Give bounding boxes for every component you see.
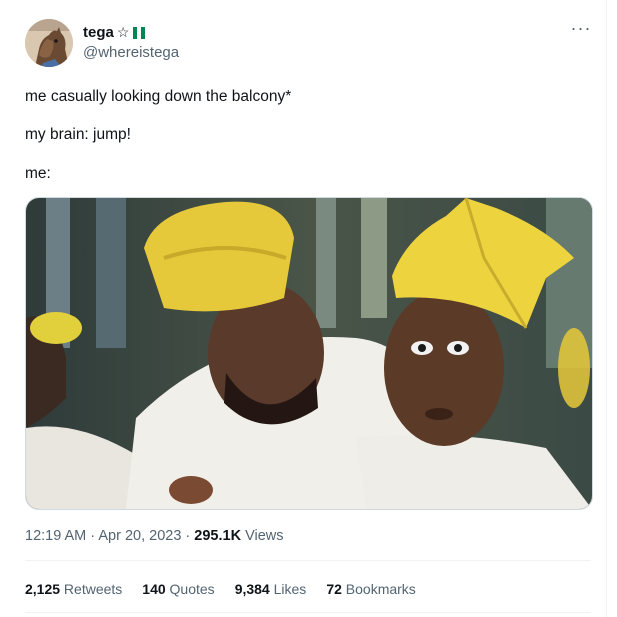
tweet-text-line-3: me: (25, 165, 51, 182)
retweets-stat[interactable]: 2,125 Retweets (25, 580, 122, 598)
views-label: Views (241, 528, 284, 544)
meme-photo (26, 198, 592, 509)
retweets-label: Retweets (60, 581, 123, 597)
more-dots-icon[interactable]: ··· (569, 19, 593, 41)
tweet-media-image[interactable] (25, 197, 593, 510)
divider (25, 560, 591, 561)
tweet-date[interactable]: Apr 20, 2023 (98, 528, 181, 544)
tweet-header: tega ☆ @whereistega ··· (25, 19, 595, 69)
tweet-time[interactable]: 12:19 AM (25, 528, 86, 544)
retweets-count: 2,125 (25, 581, 61, 597)
meta-separator: · (181, 528, 195, 544)
author-handle[interactable]: @whereistega (83, 43, 179, 63)
views-count: 295.1K (194, 528, 242, 544)
bookmarks-count: 72 (326, 581, 342, 597)
likes-count: 9,384 (234, 581, 270, 597)
meta-separator: · (86, 528, 99, 544)
avatar-horse-icon (25, 19, 73, 67)
quotes-stat[interactable]: 140 Quotes (142, 580, 214, 598)
display-name-row[interactable]: tega ☆ (83, 23, 179, 42)
star-icon: ☆ (116, 24, 130, 40)
bookmarks-label: Bookmarks (341, 581, 416, 597)
avatar[interactable] (25, 19, 73, 67)
tweet-stats: 2,125 Retweets 140 Quotes 9,384 Likes 72… (25, 580, 436, 598)
quotes-label: Quotes (165, 581, 215, 597)
display-name[interactable]: tega (83, 23, 114, 42)
tweet-meta: 12:19 AM · Apr 20, 2023 · 295.1K Views (25, 527, 284, 545)
tweet-card: tega ☆ @whereistega ··· me casually look… (0, 0, 607, 617)
likes-label: Likes (269, 581, 307, 597)
bookmarks-stat[interactable]: 72 Bookmarks (326, 580, 416, 598)
tweet-text-line-2: my brain: jump! (25, 126, 131, 143)
tweet-text-line-1: me casually looking down the balcony* (25, 88, 292, 105)
quotes-count: 140 (142, 581, 166, 597)
author-names: tega ☆ @whereistega (83, 23, 179, 63)
divider (25, 612, 591, 613)
nigeria-flag-icon (133, 26, 146, 39)
likes-stat[interactable]: 9,384 Likes (235, 580, 307, 598)
